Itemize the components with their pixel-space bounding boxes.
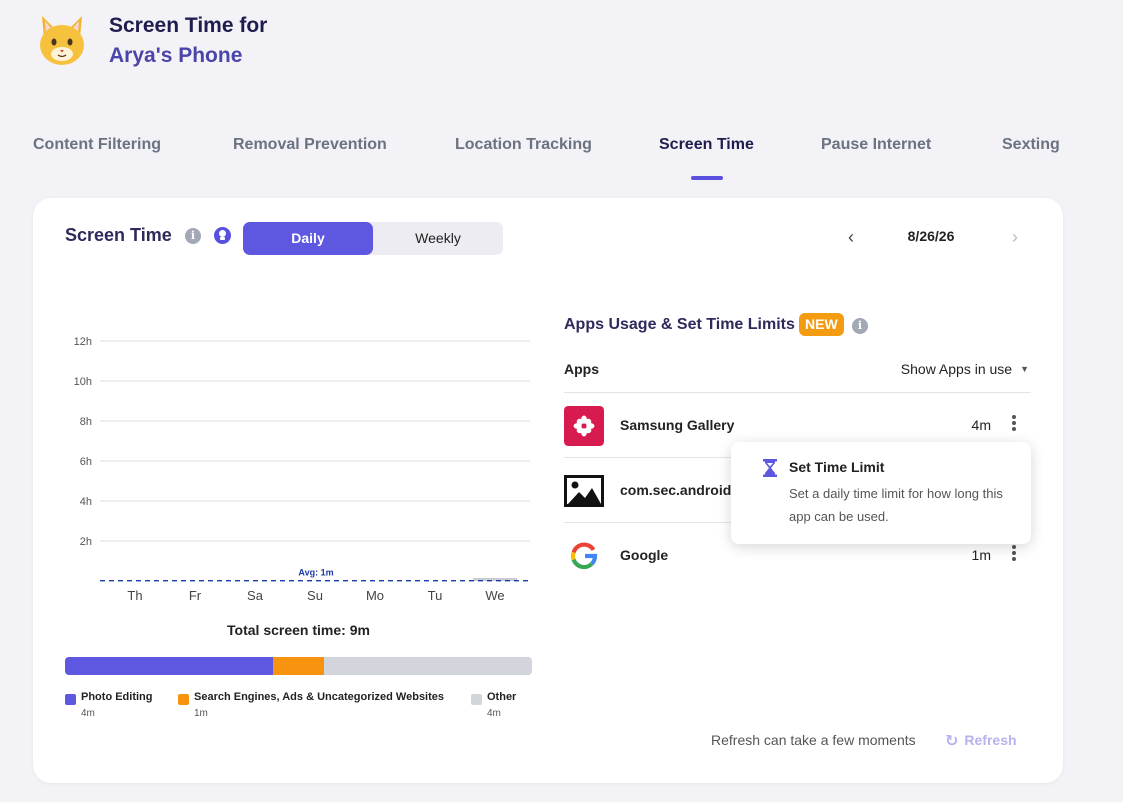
y-tick-label: 6h — [80, 456, 92, 468]
legend-swatch — [65, 694, 76, 705]
total-screen-time: Total screen time: 9m — [227, 622, 370, 638]
header-titles: Screen Time for Arya's Phone — [109, 12, 267, 72]
y-tick-label: 2h — [80, 536, 92, 548]
legend-value: 1m — [194, 708, 208, 719]
y-tick-label: 4h — [80, 496, 92, 508]
tab-pause-internet[interactable]: Pause Internet — [821, 136, 931, 154]
device-name: Arya's Phone — [109, 44, 243, 67]
y-tick-label: 8h — [80, 416, 92, 428]
x-tick-label: We — [485, 588, 504, 603]
refresh-button[interactable]: ↻ Refresh — [945, 731, 1017, 751]
apps-usage-title: Apps Usage & Set Time Limits — [564, 316, 795, 333]
y-tick-label: 10h — [74, 376, 92, 388]
popover-description: Set a daily time limit for how long this… — [789, 486, 1003, 524]
cat-face-icon — [40, 16, 84, 65]
app-name: Google — [620, 547, 669, 563]
x-tick-label: Tu — [428, 588, 443, 603]
date-navigator: ‹ 8/26/26 › — [841, 226, 1021, 248]
show-apps-label: Show Apps in use — [900, 361, 1013, 377]
average-label: Avg: 1m — [298, 568, 333, 578]
app-usage-time: 1m — [971, 547, 991, 563]
page-title: Screen Time for — [109, 14, 268, 37]
samsung-gallery-icon — [564, 406, 604, 446]
google-icon — [570, 542, 598, 570]
x-tick-label: Fr — [189, 588, 202, 603]
more-options-icon[interactable] — [1009, 415, 1019, 435]
hourglass-icon — [763, 459, 777, 477]
legend-value: 4m — [81, 708, 95, 719]
caret-down-icon: ▼ — [1020, 364, 1029, 374]
category-segment — [65, 657, 273, 675]
category-segment — [272, 657, 325, 675]
tab-screen-time[interactable]: Screen Time — [659, 136, 754, 154]
legend-label: Search Engines, Ads & Uncategorized Webs… — [194, 691, 445, 703]
apps-list-header: Apps Show Apps in use ▼ — [564, 361, 1031, 393]
legend-label: Other — [487, 691, 517, 703]
x-tick-label: Su — [307, 588, 323, 603]
new-badge: NEW — [799, 313, 844, 336]
x-tick-label: Sa — [247, 588, 264, 603]
current-date: 8/26/26 — [907, 228, 955, 244]
category-breakdown-bar — [65, 657, 532, 675]
feature-tabs: Content Filtering Removal Prevention Loc… — [0, 136, 1123, 184]
tab-content-filtering[interactable]: Content Filtering — [33, 136, 161, 154]
y-tick-label: 12h — [74, 336, 92, 348]
legend-swatch — [178, 694, 189, 705]
page-header: Screen Time for Arya's Phone — [36, 12, 267, 72]
category-segment — [324, 657, 532, 675]
legend-value: 4m — [487, 708, 501, 719]
tab-removal-prevention[interactable]: Removal Prevention — [233, 136, 387, 154]
app-name: com.sec.android — [620, 482, 732, 498]
x-tick-label: Mo — [366, 588, 384, 603]
chevron-left-icon[interactable]: ‹ — [841, 226, 861, 248]
refresh-icon: ↻ — [945, 733, 959, 750]
show-apps-dropdown[interactable]: Show Apps in use ▼ — [901, 361, 1029, 377]
active-tab-indicator — [691, 176, 723, 180]
tab-sexting[interactable]: Sexting — [1002, 136, 1060, 154]
chevron-right-icon[interactable]: › — [1005, 226, 1025, 248]
screen-time-card: Screen Time i Daily Weekly ‹ 8/26/26 › 2… — [33, 198, 1063, 783]
image-placeholder-icon — [564, 475, 604, 507]
set-time-limit-popover[interactable]: Set Time Limit Set a daily time limit fo… — [731, 442, 1031, 544]
app-name: Samsung Gallery — [620, 417, 735, 433]
screen-time-chart: 2h 4h 6h 8h 10h 12h Th Fr Sa Su Mo Tu We Avg: 1m — [74, 336, 530, 603]
legend-swatch — [471, 694, 482, 705]
app-usage-time: 4m — [971, 417, 991, 433]
apps-column-label: Apps — [564, 361, 599, 377]
x-tick-label: Th — [127, 588, 142, 603]
tab-location-tracking[interactable]: Location Tracking — [455, 136, 592, 154]
info-icon[interactable]: i — [852, 318, 868, 334]
popover-title[interactable]: Set Time Limit — [789, 459, 884, 475]
refresh-note: Refresh can take a few moments — [711, 732, 916, 748]
more-options-icon[interactable] — [1009, 545, 1019, 565]
refresh-label: Refresh — [964, 732, 1017, 748]
legend-label: Photo Editing — [81, 691, 153, 703]
